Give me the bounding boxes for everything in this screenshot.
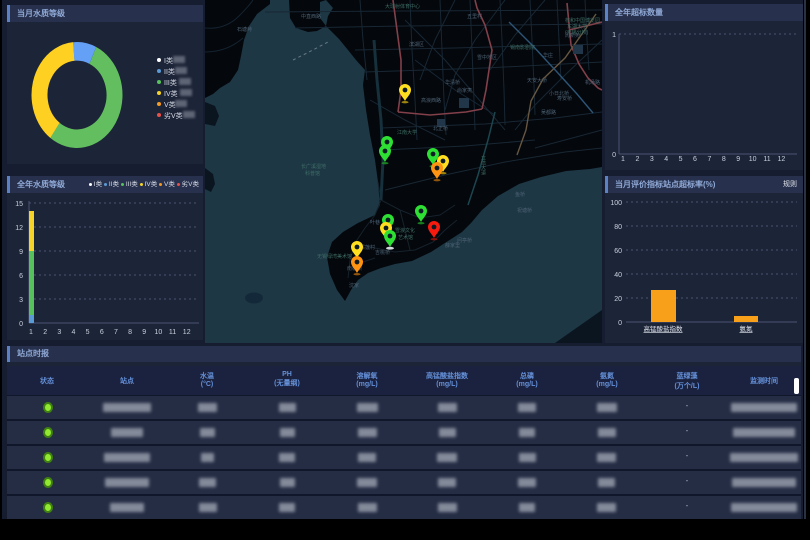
svg-text:1: 1 [29, 329, 33, 336]
svg-text:7: 7 [114, 329, 118, 336]
svg-text:II类: II类 [164, 67, 175, 76]
svg-text:艺术馆: 艺术馆 [398, 234, 413, 241]
svg-text:3: 3 [57, 329, 61, 336]
svg-text:锡南影剧院: 锡南影剧院 [510, 44, 535, 51]
svg-text:4: 4 [72, 329, 76, 336]
svg-text:12: 12 [778, 156, 786, 163]
svg-text:长广溪湿地: 长广溪湿地 [301, 163, 326, 170]
svg-text:20: 20 [614, 296, 622, 303]
svg-text:机场路: 机场路 [585, 79, 600, 86]
svg-text:东湖大学: 东湖大学 [567, 23, 587, 30]
svg-text:天安大桥: 天安大桥 [527, 77, 547, 84]
svg-text:(无锡分校): (无锡分校) [565, 29, 589, 36]
svg-text:氨氮: 氨氮 [740, 324, 754, 333]
svg-text:北正桥: 北正桥 [433, 125, 448, 132]
svg-text:小日北桥: 小日北桥 [549, 90, 569, 97]
svg-text:雪中地区: 雪中地区 [477, 54, 497, 61]
svg-text:10: 10 [749, 156, 757, 163]
svg-text:4: 4 [664, 156, 668, 163]
svg-text:9: 9 [19, 249, 23, 256]
svg-text:IV类: IV类 [164, 89, 178, 98]
svg-text:吴都路: 吴都路 [541, 109, 556, 116]
svg-text:科普馆: 科普馆 [305, 170, 320, 177]
svg-text:0: 0 [618, 320, 622, 327]
svg-text:12: 12 [15, 225, 23, 232]
svg-text:1: 1 [612, 32, 616, 39]
svg-text:8: 8 [128, 329, 132, 336]
svg-text:7: 7 [707, 156, 711, 163]
svg-text:11: 11 [763, 156, 770, 163]
svg-text:高锰酸盐指数: 高锰酸盐指数 [644, 324, 684, 333]
svg-text:0: 0 [19, 321, 23, 328]
svg-text:大球射体育中心: 大球射体育中心 [385, 3, 420, 10]
svg-text:立信大道: 立信大道 [480, 154, 486, 176]
svg-text:3: 3 [650, 156, 654, 163]
svg-text:V类: V类 [164, 100, 176, 109]
svg-text:沈家: 沈家 [349, 282, 359, 289]
svg-text:吉桃桥: 吉桃桥 [375, 249, 390, 256]
svg-text:祝塘桥: 祝塘桥 [517, 207, 532, 214]
svg-text:9: 9 [142, 329, 146, 336]
svg-text:薛家里: 薛家里 [445, 242, 460, 249]
svg-text:雪浪文化: 雪浪文化 [395, 227, 415, 234]
svg-text:80: 80 [614, 224, 622, 231]
svg-text:江南大学: 江南大学 [397, 129, 417, 136]
svg-text:0: 0 [612, 152, 616, 159]
svg-text:尚家夷: 尚家夷 [457, 87, 472, 94]
svg-text:III类: III类 [164, 78, 177, 87]
svg-text:叶巷: 叶巷 [370, 219, 380, 226]
svg-text:2: 2 [43, 329, 47, 336]
svg-text:劣V类: 劣V类 [164, 111, 183, 120]
svg-text:6: 6 [693, 156, 697, 163]
svg-text:华清桥: 华清桥 [445, 79, 460, 86]
svg-text:100: 100 [610, 200, 622, 207]
svg-text:石塘峙: 石塘峙 [237, 26, 252, 33]
svg-text:华庄: 华庄 [543, 52, 553, 59]
svg-text:高浪西路: 高浪西路 [421, 97, 441, 104]
svg-text:5: 5 [679, 156, 683, 163]
svg-text:10: 10 [155, 329, 163, 336]
svg-text:1: 1 [621, 156, 625, 163]
svg-text:滨湖区: 滨湖区 [409, 41, 424, 48]
svg-text:3: 3 [19, 297, 23, 304]
svg-text:无锡绿湾美术馆: 无锡绿湾美术馆 [317, 253, 352, 260]
svg-text:6: 6 [100, 329, 104, 336]
svg-text:6: 6 [19, 273, 23, 280]
svg-text:60: 60 [614, 248, 622, 255]
svg-text:2: 2 [635, 156, 639, 163]
svg-text:5: 5 [86, 329, 90, 336]
svg-text:I类: I类 [164, 56, 173, 65]
svg-text:12: 12 [183, 329, 191, 336]
svg-text:40: 40 [614, 272, 622, 279]
svg-text:中直西路: 中直西路 [301, 13, 321, 20]
svg-text:15: 15 [15, 201, 23, 208]
svg-text:核和中国博览园: 核和中国博览园 [565, 17, 600, 24]
svg-text:8: 8 [722, 156, 726, 163]
svg-text:鱼桥: 鱼桥 [515, 191, 525, 198]
svg-text:五里村: 五里村 [467, 13, 482, 20]
svg-text:9: 9 [736, 156, 740, 163]
svg-text:11: 11 [169, 329, 176, 336]
